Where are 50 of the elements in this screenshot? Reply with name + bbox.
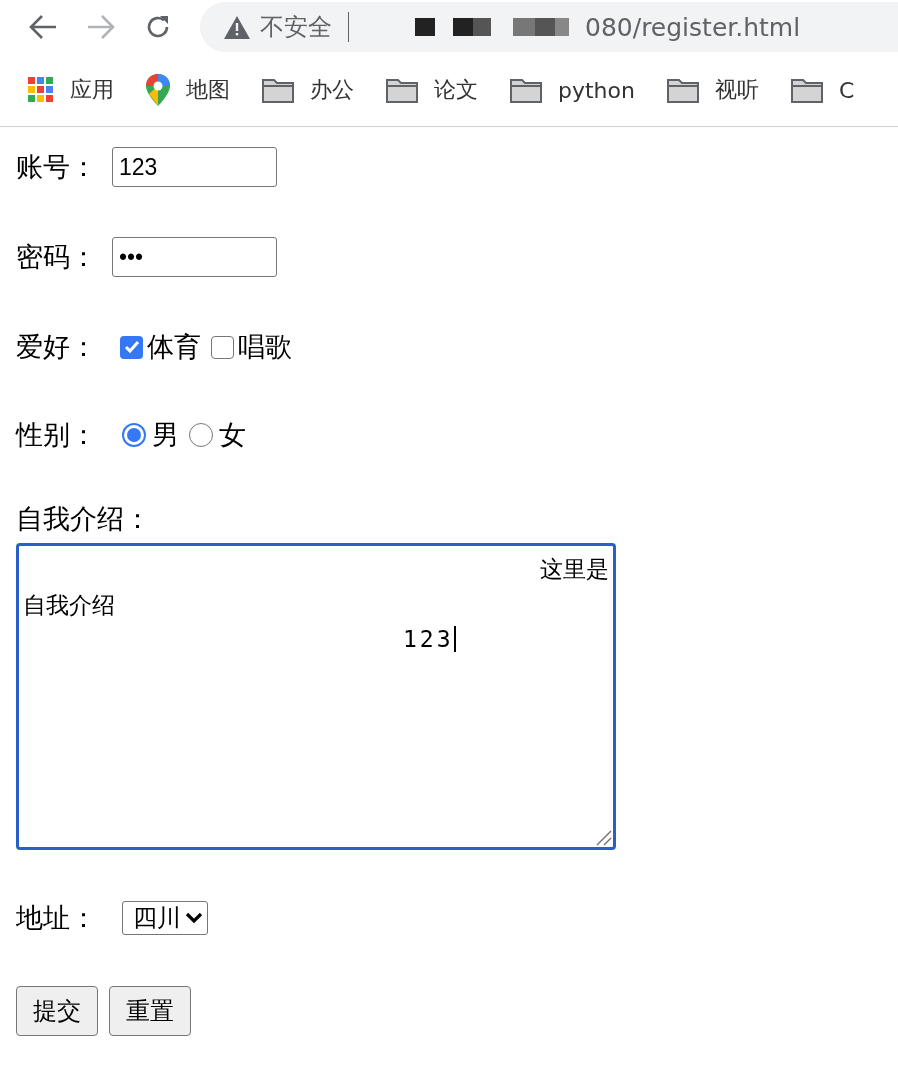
bookmark-item[interactable]: 论文 — [386, 75, 478, 105]
bookmark-item[interactable]: 应用 — [28, 75, 114, 105]
form-button[interactable]: 提交 — [16, 986, 98, 1036]
security-label: 不安全 — [260, 12, 332, 43]
account-input[interactable]: 123 — [112, 147, 277, 187]
option-label: 体育 — [147, 330, 201, 364]
bookmark-label: 应用 — [70, 76, 114, 104]
bookmark-item[interactable]: C — [790, 77, 855, 103]
field-label: 爱好： — [16, 330, 98, 364]
back-button[interactable] — [28, 14, 58, 40]
resize-grip-icon[interactable] — [595, 829, 613, 847]
textarea-field[interactable]: 这里是 自我介绍 123 — [16, 543, 616, 850]
checkbox[interactable] — [120, 335, 143, 359]
form-button[interactable]: 重置 — [109, 986, 191, 1036]
field-label: 自我介绍： — [16, 502, 152, 536]
field-label: 密码： — [16, 240, 98, 274]
forward-arrow-icon — [86, 14, 116, 40]
bookmark-item[interactable]: 办公 — [262, 75, 354, 105]
checkmark-icon — [123, 340, 140, 354]
bookmark-label: 地图 — [186, 76, 230, 104]
option-label: 唱歌 — [238, 330, 292, 364]
bookmark-item[interactable]: 视听 — [666, 75, 759, 105]
checkbox[interactable] — [211, 335, 234, 359]
folder-icon — [790, 77, 823, 103]
field-label: 性别： — [16, 418, 98, 452]
bookmark-label: C — [838, 77, 855, 103]
folder-icon — [386, 77, 418, 103]
bookmark-item[interactable]: 地图 — [146, 74, 230, 106]
chevron-down-icon — [185, 912, 203, 924]
bookmark-label: 办公 — [310, 76, 354, 104]
apps-grid-icon — [28, 77, 54, 103]
password-input[interactable]: ••• — [112, 237, 277, 277]
bookmark-label: 视听 — [714, 76, 759, 104]
bookmark-label: python — [558, 77, 635, 103]
folder-icon — [510, 77, 542, 103]
option-label: 男 — [152, 418, 179, 452]
folder-icon — [262, 77, 294, 103]
radio-button[interactable] — [122, 423, 146, 447]
back-arrow-icon — [28, 14, 58, 40]
map-pin-icon — [146, 74, 170, 106]
warning-icon — [224, 15, 250, 39]
bookmark-label: 论文 — [434, 76, 478, 104]
url-text: 080/register.html — [585, 12, 801, 42]
folder-icon — [666, 77, 699, 103]
bookmark-item[interactable]: python — [510, 77, 635, 103]
field-label: 账号： — [16, 150, 98, 184]
address-select[interactable]: 四川 — [122, 901, 208, 935]
address-bar[interactable]: 不安全 080/register.html — [200, 2, 898, 52]
field-label: 地址： — [16, 901, 98, 935]
option-label: 女 — [219, 418, 246, 452]
